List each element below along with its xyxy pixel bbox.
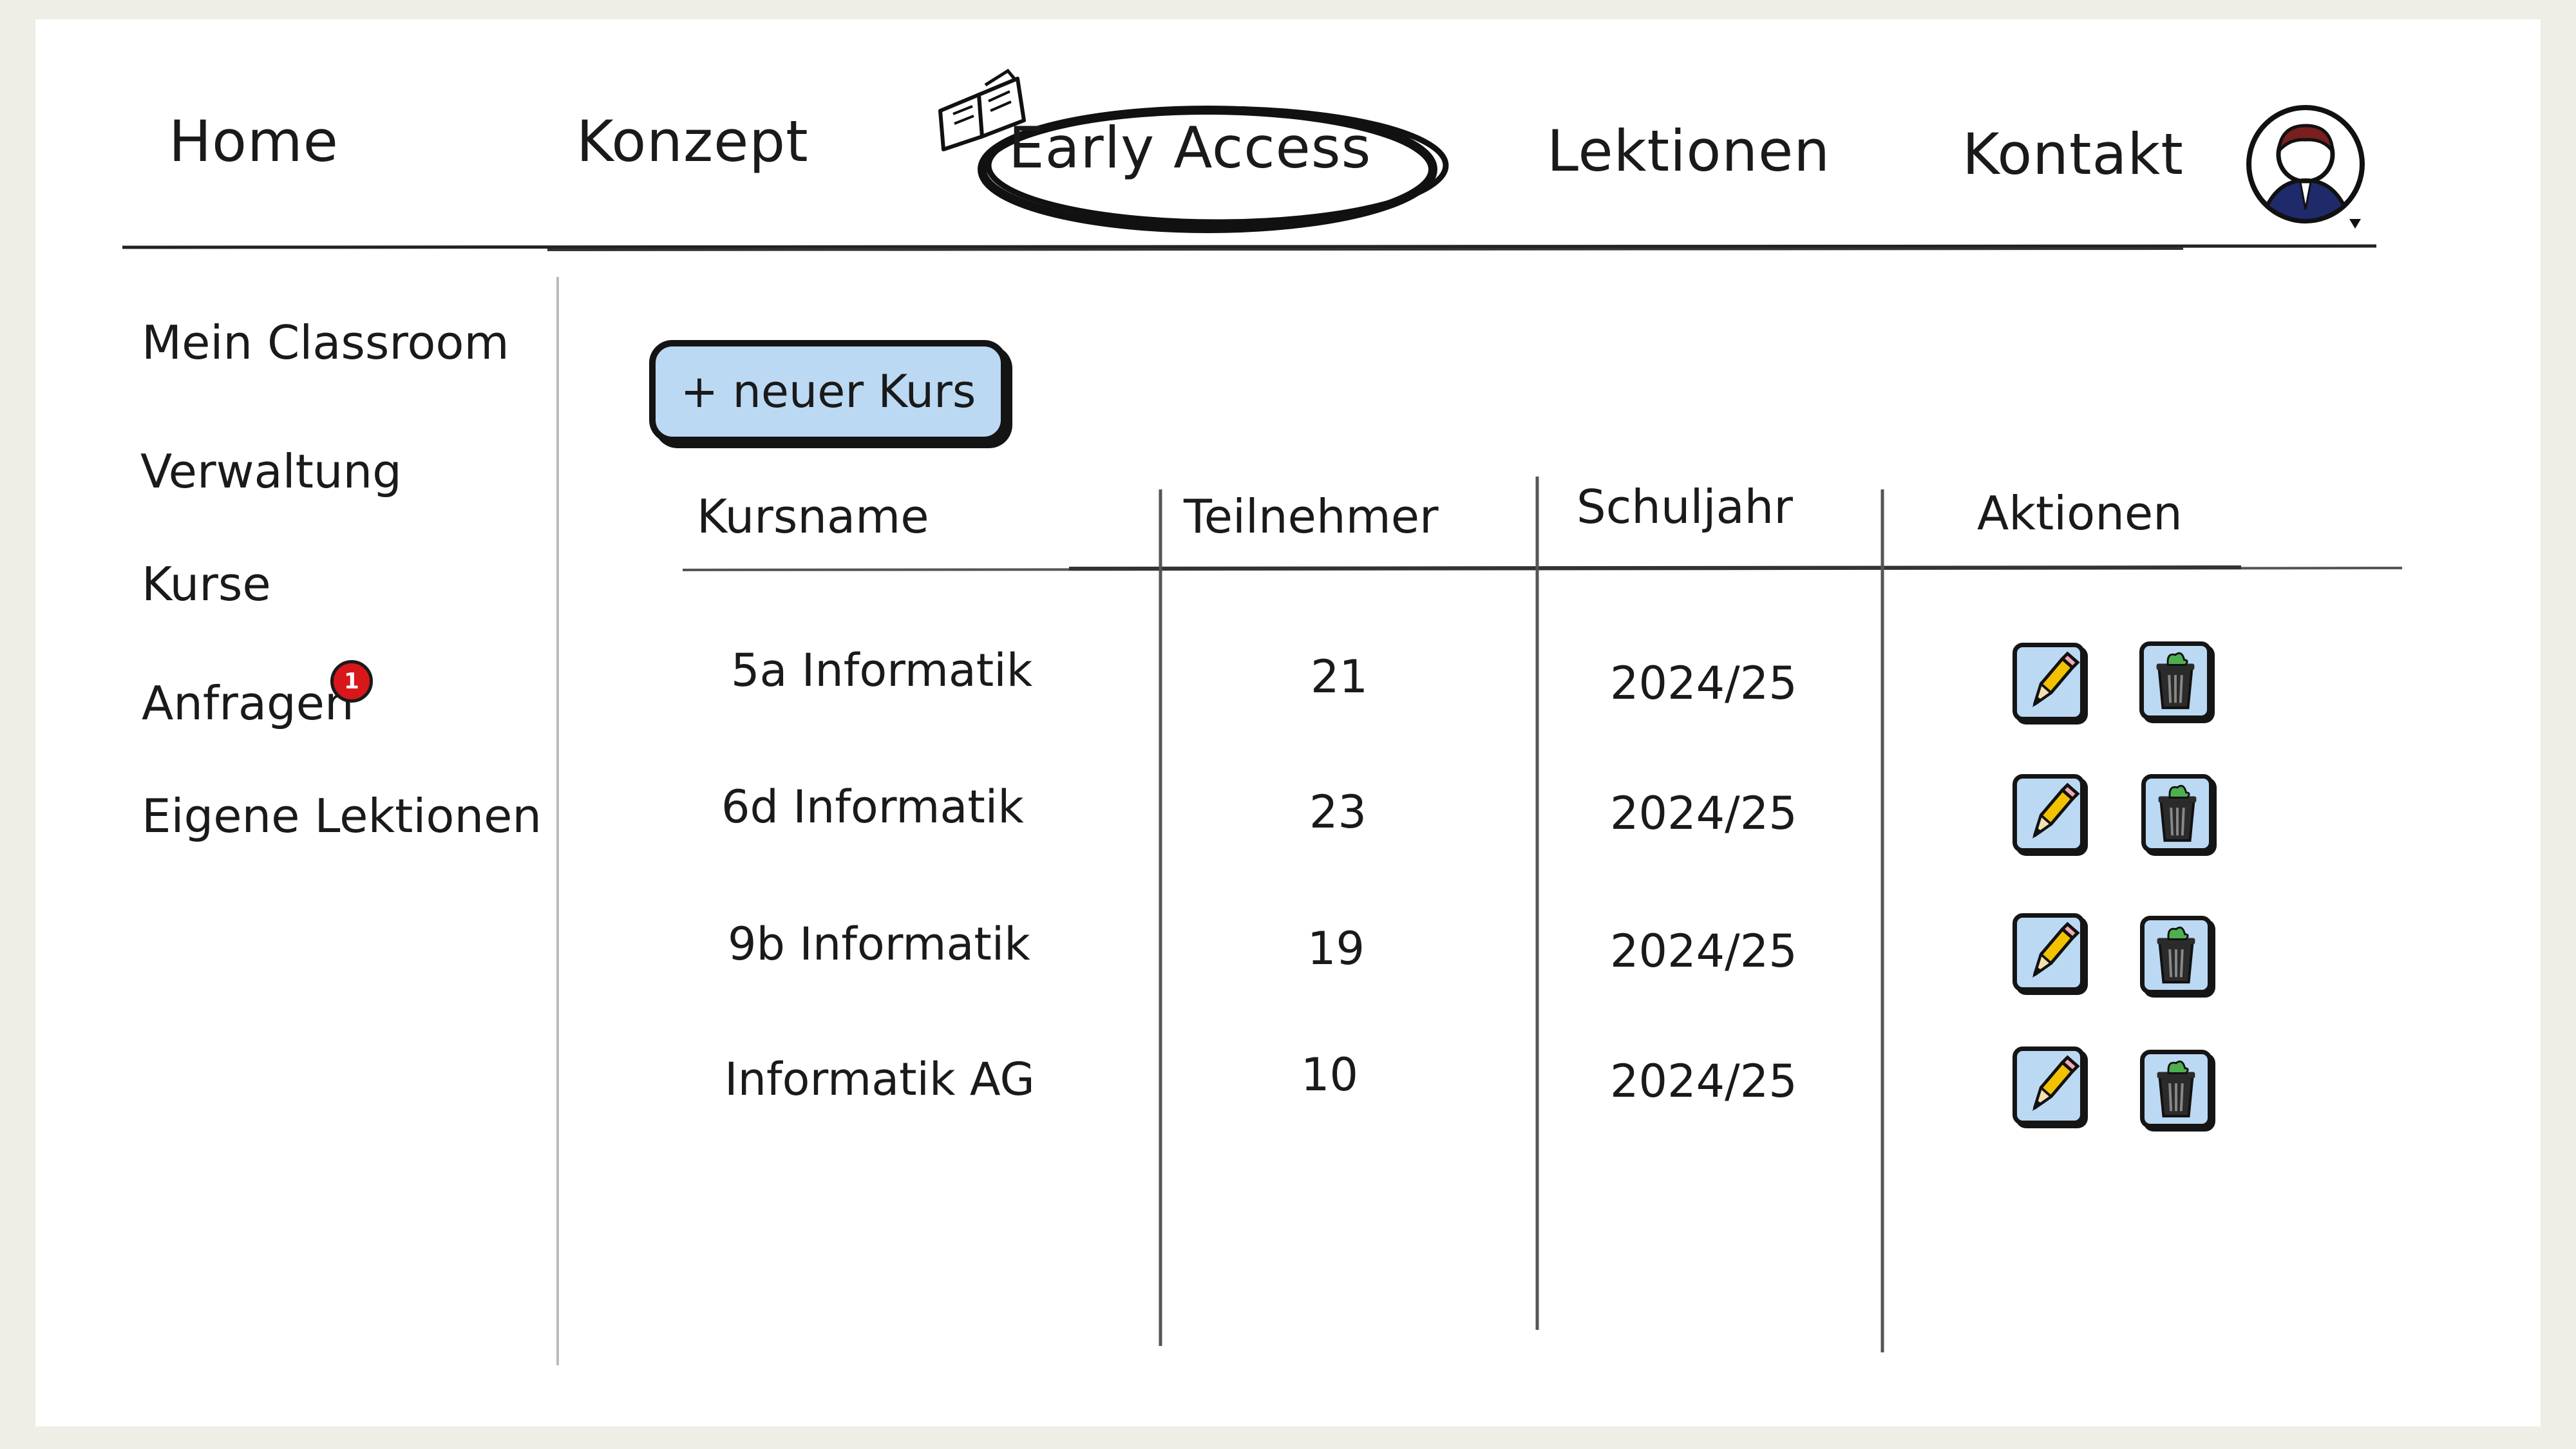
delete-button[interactable] [2141,774,2213,853]
table-grid [682,477,2402,1352]
participants-cell: 23 [1309,786,1367,838]
edit-button[interactable] [2012,1046,2085,1125]
user-avatar-icon[interactable] [2241,100,2376,235]
notification-badge: 1 [330,660,373,703]
trash-icon [2157,1060,2195,1118]
column-header-schuljahr[interactable]: Schuljahr [1577,480,1793,534]
trash-icon [2157,926,2195,984]
sidebar-item-verwaltung[interactable]: Verwaltung [140,444,402,498]
course-name-cell[interactable]: 9b Informatik [728,918,1030,971]
school-year-cell: 2024/25 [1610,787,1797,840]
nav-early-access[interactable]: Early Access [1009,115,1371,181]
new-course-button[interactable]: + neuer Kurs [649,340,1007,443]
nav-divider [122,244,2376,251]
trash-icon [2158,784,2197,842]
sidebar-item-mein-classroom[interactable]: Mein Classroom [142,316,509,370]
column-header-kursname[interactable]: Kursname [697,489,929,544]
sidebar-item-kurse[interactable]: Kurse [142,557,271,611]
delete-button[interactable] [2140,916,2212,994]
participants-cell: 21 [1311,650,1368,703]
trash-icon [2156,652,2195,710]
participants-cell: 19 [1307,922,1365,975]
school-year-cell: 2024/25 [1610,925,1797,978]
sidebar-item-eigene-lektionen[interactable]: Eigene Lektionen [142,789,542,843]
course-name-cell[interactable]: 6d Informatik [721,781,1024,833]
delete-button[interactable] [2139,641,2211,720]
pencil-icon [2032,651,2080,708]
nav-lektionen[interactable]: Lektionen [1547,118,1830,184]
pencil-icon [2032,1055,2080,1112]
delete-button[interactable] [2140,1050,2212,1128]
column-header-teilnehmer[interactable]: Teilnehmer [1184,489,1439,544]
edit-button[interactable] [2012,913,2085,992]
pencil-icon [2032,782,2080,839]
course-name-cell[interactable]: 5a Informatik [731,644,1032,697]
nav-kontakt[interactable]: Kontakt [1962,121,2184,187]
edit-button[interactable] [2012,643,2085,721]
school-year-cell: 2024/25 [1610,1055,1797,1108]
pencil-icon [2032,922,2080,978]
course-name-cell[interactable]: Informatik AG [724,1053,1035,1106]
edit-button[interactable] [2012,774,2085,853]
school-year-cell: 2024/25 [1610,657,1797,710]
nav-home[interactable]: Home [169,108,339,175]
column-header-aktionen: Aktionen [1977,486,2183,540]
participants-cell: 10 [1301,1048,1359,1101]
nav-konzept[interactable]: Konzept [576,108,809,175]
sidebar-divider [556,277,559,1365]
sidebar-item-anfragen[interactable]: Anfragen [142,676,354,730]
